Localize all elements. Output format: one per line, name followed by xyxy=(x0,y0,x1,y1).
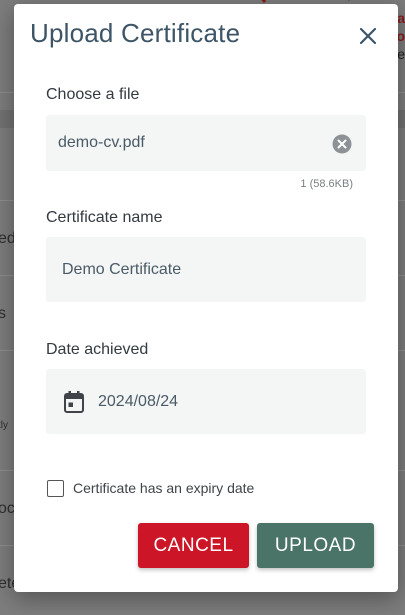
file-field[interactable]: demo-cv.pdf xyxy=(46,115,366,171)
date-achieved-value: 2024/08/24 xyxy=(98,393,179,410)
date-achieved-input[interactable]: 2024/08/24 xyxy=(46,369,366,434)
expiry-date-checkbox[interactable] xyxy=(47,480,64,497)
file-name-value: demo-cv.pdf xyxy=(58,134,145,151)
certificate-name-value: Demo Certificate xyxy=(62,261,182,278)
cancel-button[interactable]: CANCEL xyxy=(138,523,249,568)
certificate-name-input[interactable]: Demo Certificate xyxy=(46,237,366,302)
upload-certificate-dialog: Upload Certificate Choose a file demo-cv… xyxy=(14,4,398,592)
file-size-meta: 1 (58.6KB) xyxy=(300,178,353,190)
background-text-fragment: tly xyxy=(0,420,8,431)
background-text-fragment: s xyxy=(0,305,6,322)
expiry-date-checkbox-label[interactable]: Certificate has an expiry date xyxy=(73,480,254,496)
certificate-name-label: Certificate name xyxy=(46,209,163,226)
clear-circle-icon[interactable] xyxy=(332,134,352,154)
background-text-fragment: oc xyxy=(0,500,15,517)
upload-button[interactable]: UPLOAD xyxy=(257,523,374,568)
dialog-title: Upload Certificate xyxy=(30,18,241,48)
calendar-icon[interactable] xyxy=(64,391,84,413)
close-icon[interactable] xyxy=(356,24,380,48)
date-achieved-label: Date achieved xyxy=(46,341,149,358)
file-field-label: Choose a file xyxy=(46,86,140,103)
